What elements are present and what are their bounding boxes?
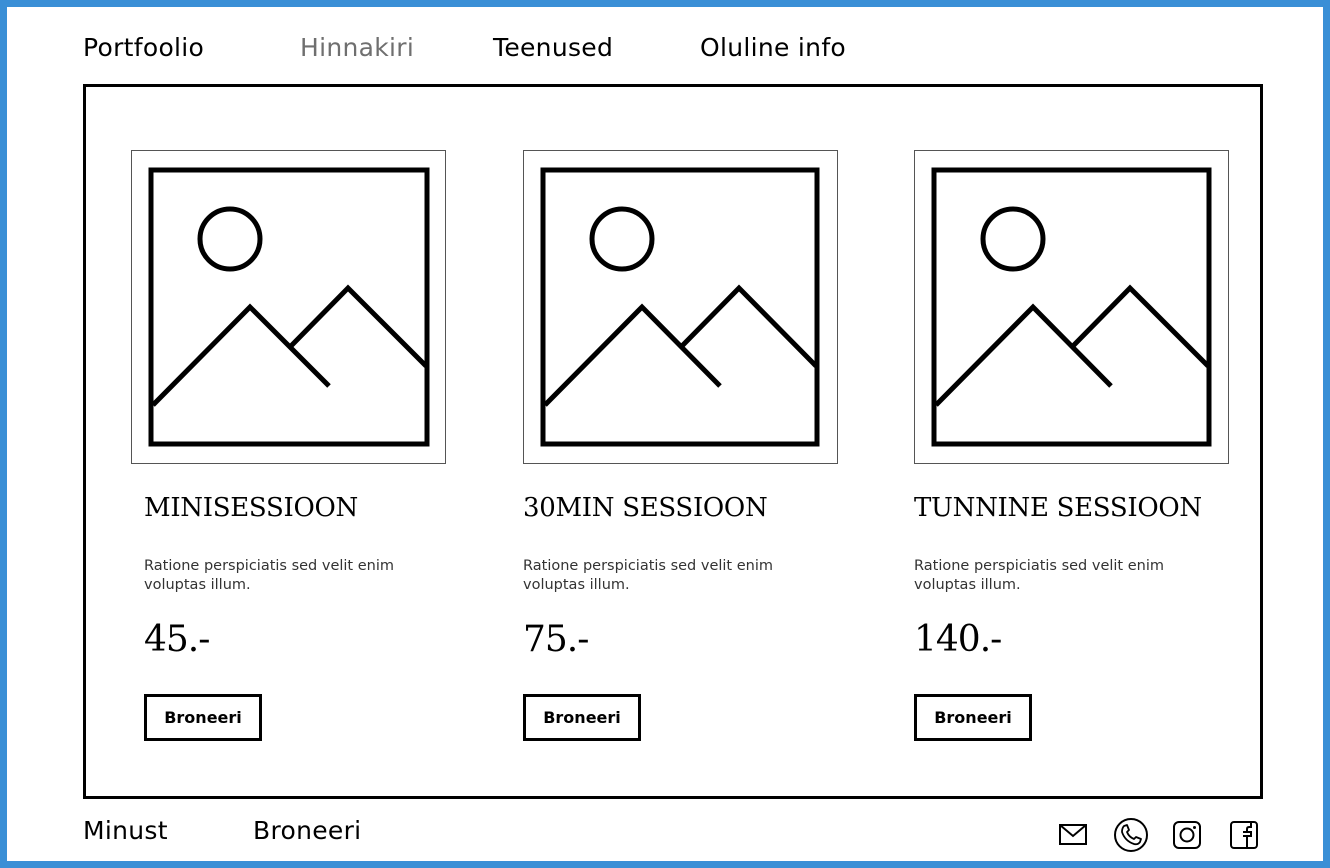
pricing-card: 30MIN SESSIOON Ratione perspiciatis sed … bbox=[523, 87, 853, 787]
image-placeholder-icon bbox=[523, 150, 838, 464]
card-description: Ratione perspiciatis sed velit enim volu… bbox=[144, 558, 394, 593]
card-title: TUNNINE SESSIOON bbox=[914, 493, 1202, 523]
book-button[interactable]: Broneeri bbox=[914, 694, 1032, 741]
card-price: 45.- bbox=[144, 619, 210, 660]
image-placeholder-icon bbox=[914, 150, 1229, 464]
book-button[interactable]: Broneeri bbox=[144, 694, 262, 741]
pricing-panel: MINISESSIOON Ratione perspiciatis sed ve… bbox=[83, 84, 1263, 799]
card-title: MINISESSIOON bbox=[144, 493, 358, 523]
nav-price-list[interactable]: Hinnakiri bbox=[300, 33, 414, 62]
pricing-card: TUNNINE SESSIOON Ratione perspiciatis se… bbox=[914, 87, 1244, 787]
nav-important-info[interactable]: Oluline info bbox=[700, 33, 846, 62]
card-description: Ratione perspiciatis sed velit enim volu… bbox=[914, 558, 1164, 593]
instagram-icon[interactable] bbox=[1171, 819, 1203, 851]
nav-services[interactable]: Teenused bbox=[493, 33, 613, 62]
card-description: Ratione perspiciatis sed velit enim volu… bbox=[523, 558, 773, 593]
phone-icon[interactable] bbox=[1113, 817, 1149, 853]
footer-link-about[interactable]: Minust bbox=[83, 816, 168, 845]
card-price: 140.- bbox=[914, 619, 1002, 660]
image-placeholder-icon bbox=[131, 150, 446, 464]
mail-icon[interactable] bbox=[1057, 820, 1089, 850]
book-button[interactable]: Broneeri bbox=[523, 694, 641, 741]
card-title: 30MIN SESSIOON bbox=[523, 493, 768, 523]
facebook-icon[interactable] bbox=[1228, 819, 1260, 851]
page-frame: Portfoolio Hinnakiri Teenused Oluline in… bbox=[0, 0, 1330, 868]
nav-portfolio[interactable]: Portfoolio bbox=[83, 33, 204, 62]
footer-link-book[interactable]: Broneeri bbox=[253, 816, 361, 845]
card-price: 75.- bbox=[523, 619, 589, 660]
pricing-card: MINISESSIOON Ratione perspiciatis sed ve… bbox=[131, 87, 461, 787]
social-icons bbox=[1057, 817, 1267, 853]
